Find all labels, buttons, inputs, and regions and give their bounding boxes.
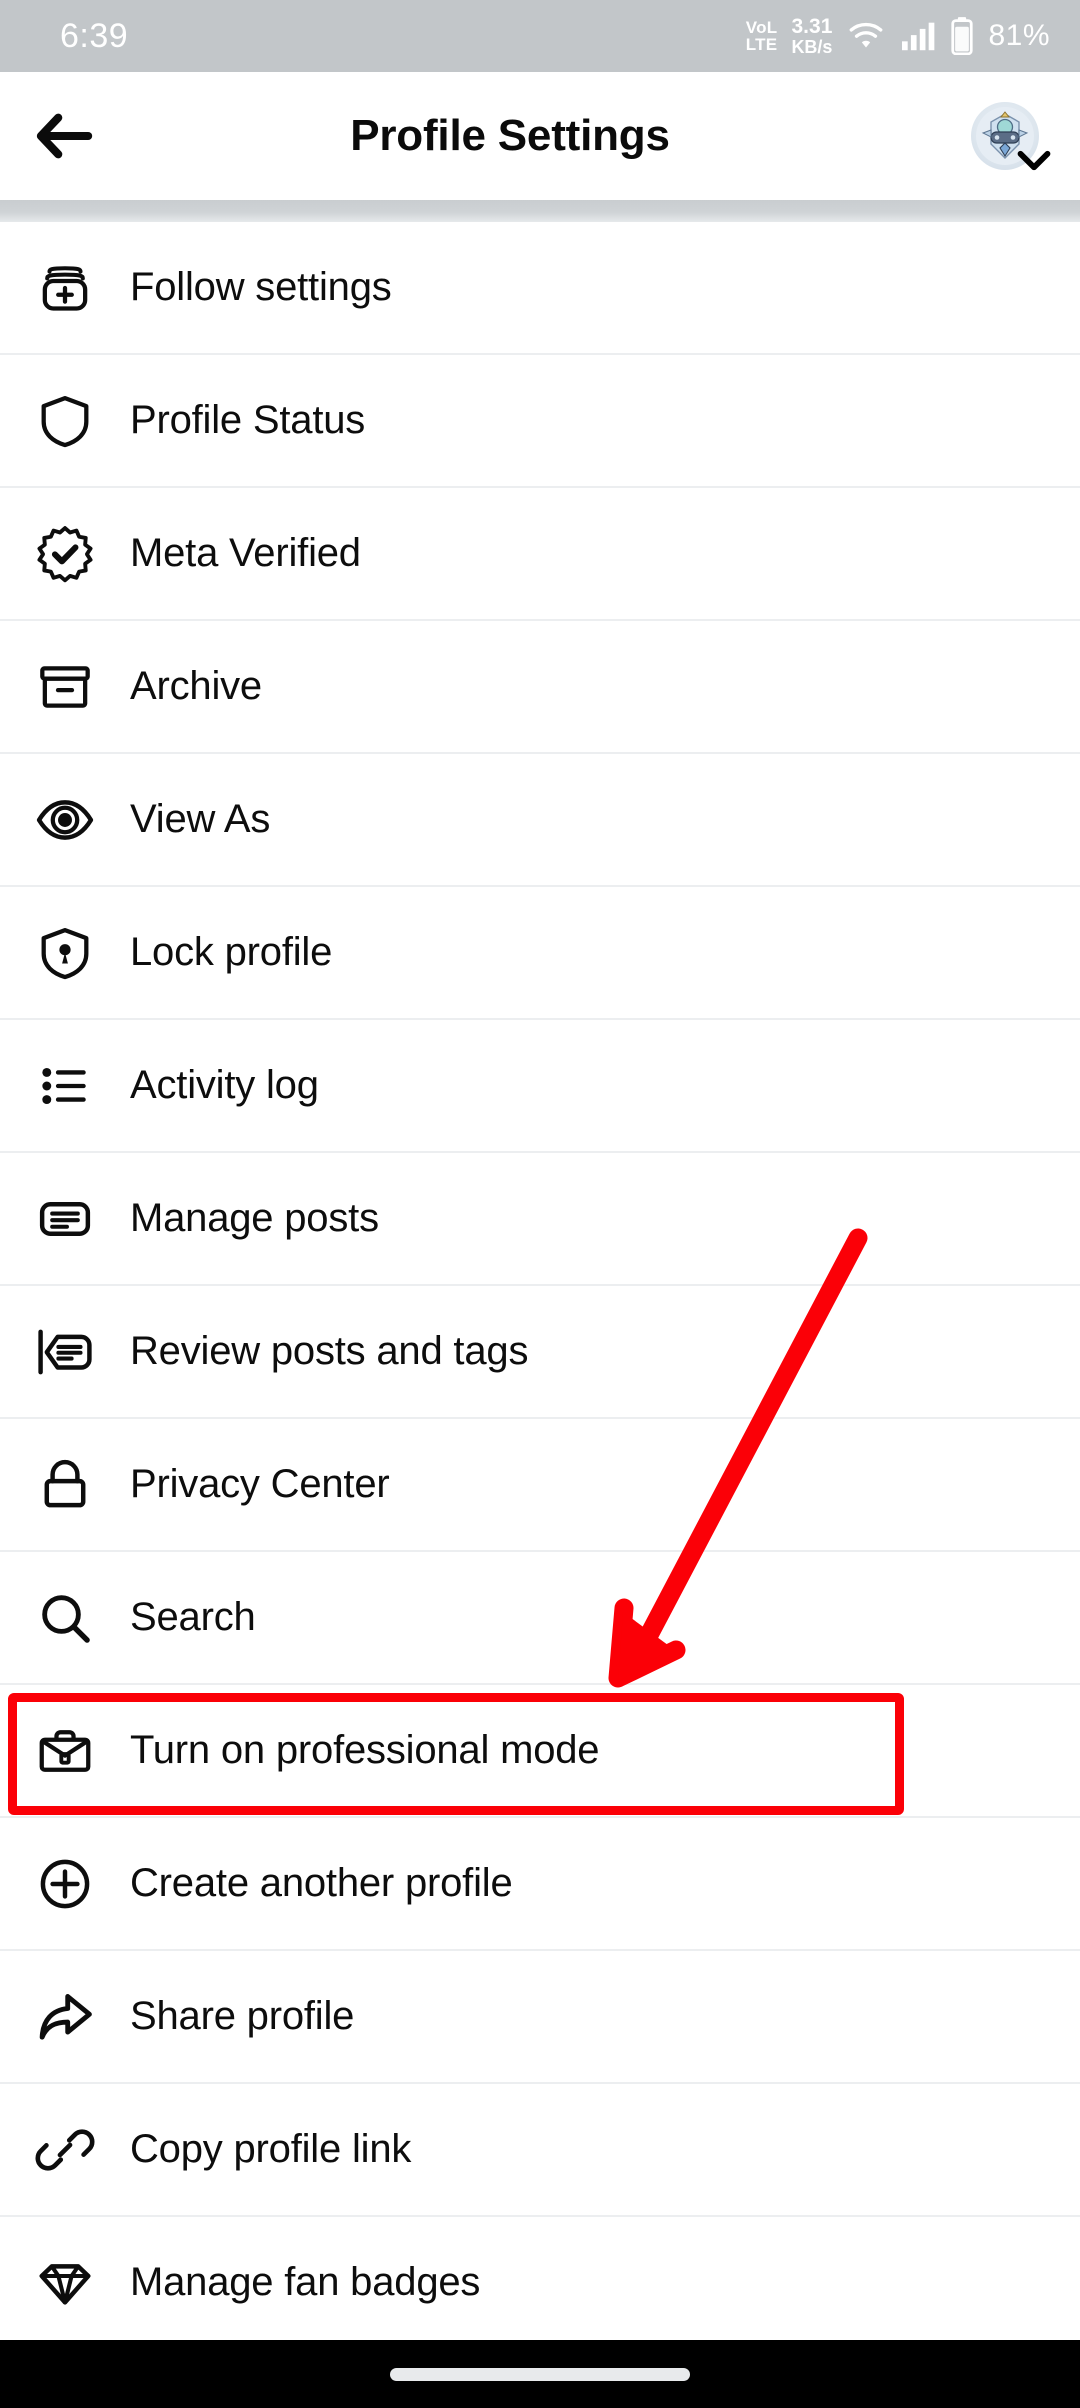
status-time: 6:39	[60, 16, 129, 55]
list-item-label: Copy profile link	[130, 2127, 412, 2171]
list-item-label: Review posts and tags	[130, 1329, 529, 1373]
list-item-lock-profile[interactable]: Lock profile	[0, 887, 1080, 1020]
profile-avatar-button[interactable]	[930, 72, 1080, 200]
link-chain-icon	[0, 2119, 130, 2181]
list-item-create-another-profile[interactable]: Create another profile	[0, 1818, 1080, 1951]
follow-settings-icon	[0, 257, 130, 319]
briefcase-icon	[0, 1720, 130, 1782]
list-item-label: Turn on professional mode	[130, 1728, 600, 1772]
system-navigation-bar	[0, 2340, 1080, 2408]
archive-box-icon	[0, 656, 130, 718]
list-item-manage-fan-badges[interactable]: Manage fan badges	[0, 2217, 1080, 2350]
list-item-label: Create another profile	[130, 1861, 513, 1905]
battery-icon	[951, 17, 974, 55]
bulleted-list-icon	[0, 1055, 130, 1117]
list-item-follow-settings[interactable]: Follow settings	[0, 222, 1080, 355]
list-item-label: Follow settings	[130, 265, 392, 309]
chevron-down-icon[interactable]	[1016, 148, 1052, 174]
padlock-icon	[0, 1454, 130, 1516]
shield-icon	[0, 390, 130, 452]
shield-lock-icon	[0, 922, 130, 984]
section-divider	[0, 200, 1080, 222]
list-item-label: Meta Verified	[130, 531, 361, 575]
list-item-label: Privacy Center	[130, 1462, 390, 1506]
network-speed-value: 3.31	[791, 15, 833, 39]
list-item-label: Lock profile	[130, 930, 333, 974]
list-item-label: Manage posts	[130, 1196, 379, 1240]
list-item-label: Search	[130, 1595, 256, 1639]
volte-line-2: LTE	[745, 34, 778, 54]
wifi-icon	[850, 22, 883, 48]
list-item-profile-status[interactable]: Profile Status	[0, 355, 1080, 488]
search-icon	[0, 1587, 130, 1649]
cellular-signal-icon	[902, 22, 935, 51]
list-item-view-as[interactable]: View As	[0, 754, 1080, 887]
list-item-label: Profile Status	[130, 398, 366, 442]
plus-circle-icon	[0, 1853, 130, 1915]
list-item-label: Archive	[130, 664, 262, 708]
review-posts-icon	[0, 1321, 130, 1383]
list-item-search[interactable]: Search	[0, 1552, 1080, 1685]
page-title: Profile Settings	[350, 111, 670, 160]
home-indicator[interactable]	[390, 2367, 690, 2381]
list-item-share-profile[interactable]: Share profile	[0, 1951, 1080, 2084]
list-item-review-posts-and-tags[interactable]: Review posts and tags	[0, 1286, 1080, 1419]
list-item-turn-on-professional-mode[interactable]: Turn on professional mode	[0, 1685, 1080, 1818]
list-item-copy-profile-link[interactable]: Copy profile link	[0, 2084, 1080, 2217]
diamond-icon	[0, 2252, 130, 2314]
app-bar: Profile Settings	[0, 72, 1080, 200]
verified-badge-icon	[0, 523, 130, 585]
manage-posts-icon	[0, 1188, 130, 1250]
back-arrow-icon	[36, 113, 93, 159]
list-item-manage-posts[interactable]: Manage posts	[0, 1153, 1080, 1286]
list-item-activity-log[interactable]: Activity log	[0, 1020, 1080, 1153]
list-item-label: Manage fan badges	[130, 2260, 481, 2304]
volte-line-1: VoL	[745, 17, 778, 37]
status-bar: 6:39 VoL LTE 3.31 KB/s 81%	[0, 0, 1080, 72]
list-item-archive[interactable]: Archive	[0, 621, 1080, 754]
phone-screen: 6:39 VoL LTE 3.31 KB/s 81% Profile Setti…	[0, 0, 1080, 2408]
list-item-privacy-center[interactable]: Privacy Center	[0, 1419, 1080, 1552]
status-bar-icons: VoL LTE 3.31 KB/s 81%	[746, 16, 1050, 56]
share-arrow-icon	[0, 1986, 130, 2048]
list-item-label: Share profile	[130, 1994, 355, 2038]
network-speed-unit: KB/s	[791, 36, 833, 57]
battery-percentage: 81%	[988, 18, 1050, 52]
list-item-label: View As	[130, 797, 271, 841]
eye-icon	[0, 789, 130, 851]
volte-indicator: VoL LTE	[745, 17, 778, 54]
network-speed-indicator: 3.31 KB/s	[791, 16, 832, 56]
list-item-meta-verified[interactable]: Meta Verified	[0, 488, 1080, 621]
settings-list: Follow settings Profile Status Meta Veri…	[0, 222, 1080, 2350]
list-item-label: Activity log	[130, 1063, 319, 1107]
